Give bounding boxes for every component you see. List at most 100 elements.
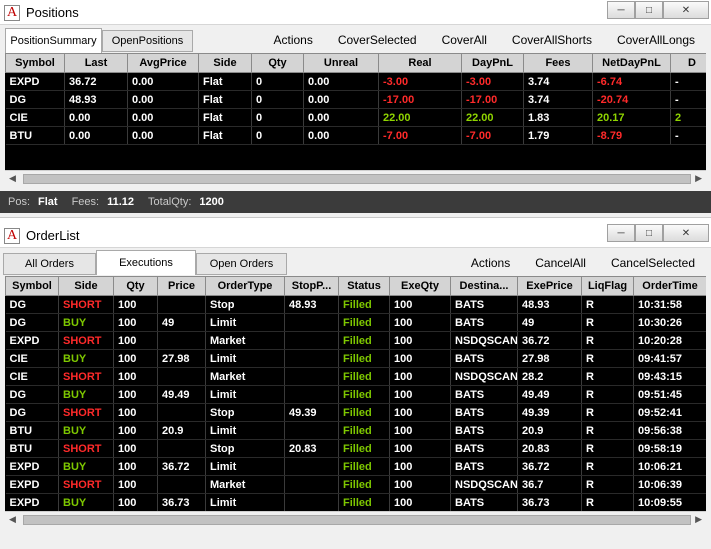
table-row[interactable]: EXPD SHORT 100 Market Filled 100 NSDQSCAN 36.72… — [5, 331, 706, 350]
table-row[interactable]: BTU BUY 100 20.9 Limit Filled 100 BATS 20.9 R 09:5… — [5, 421, 706, 440]
cell-side: SHORT — [58, 403, 114, 422]
scroll-right-icon[interactable]: ▶ — [695, 514, 702, 525]
cell-destina: NSDQSCAN — [450, 331, 518, 350]
cell-exeqty: 100 — [389, 295, 451, 314]
table-row[interactable]: CIE SHORT 100 Market Filled 100 NSDQSCAN 28.2 R 0… — [5, 367, 706, 386]
column-header-ordertype[interactable]: OrderType — [205, 276, 285, 296]
column-header-stopp[interactable]: StopP... — [284, 276, 339, 296]
cell-stopp — [284, 313, 339, 332]
column-header-unreal[interactable]: Unreal — [303, 53, 379, 73]
cell-exeqty: 100 — [389, 331, 451, 350]
close-icon[interactable]: ✕ — [663, 224, 709, 242]
column-header-price[interactable]: Price — [157, 276, 206, 296]
positions-hscrollbar[interactable]: ◀ ▶ — [5, 170, 706, 187]
maximize-icon[interactable]: □ — [635, 224, 663, 242]
scroll-right-icon[interactable]: ▶ — [695, 173, 702, 184]
orderlist-titlebar[interactable]: A OrderList ─ □ ✕ — [0, 223, 711, 248]
positions-grid[interactable]: Symbol Last AvgPrice Side Qty Unreal Real DayPn… — [5, 53, 706, 170]
table-row[interactable]: DG BUY 100 49 Limit Filled 100 BATS 49 R 10:30:26 — [5, 313, 706, 332]
cover-all-longs-button[interactable]: CoverAllLongs — [617, 33, 695, 47]
cell-side: BUY — [58, 349, 114, 368]
actions-menu[interactable]: Actions — [471, 256, 510, 270]
scroll-left-icon[interactable]: ◀ — [9, 514, 16, 525]
table-row[interactable]: DG BUY 100 49.49 Limit Filled 100 BATS 49.49 R 09:… — [5, 385, 706, 404]
orderlist-hscrollbar[interactable]: ◀ ▶ — [5, 511, 706, 528]
column-header-fees[interactable]: Fees — [523, 53, 593, 73]
cell-ordertype: Stop — [205, 295, 285, 314]
cell-stopp — [284, 421, 339, 440]
column-header-daypnl[interactable]: DayPnL — [461, 53, 524, 73]
close-icon[interactable]: ✕ — [663, 1, 709, 19]
maximize-icon[interactable]: □ — [635, 1, 663, 19]
table-row[interactable]: CIE 0.00 0.00 Flat 0 0.00 22.00 22.00 1.83 20.17 2 — [5, 108, 706, 127]
cover-selected-button[interactable]: CoverSelected — [338, 33, 417, 47]
positions-titlebar[interactable]: A Positions ─ □ ✕ — [0, 0, 711, 25]
scroll-thumb[interactable] — [23, 174, 691, 184]
table-row[interactable]: BTU 0.00 0.00 Flat 0 0.00 -7.00 -7.00 1.79 -8.79- — [5, 126, 706, 145]
column-header-avgprice[interactable]: AvgPrice — [127, 53, 199, 73]
tab-position-summary[interactable]: PositionSummary — [5, 28, 102, 53]
table-row[interactable]: DG SHORT 100 Stop 48.93 Filled 100 BATS 48.93 R 10… — [5, 295, 706, 314]
cell-qty: 100 — [113, 439, 158, 458]
table-row[interactable]: EXPD 36.72 0.00 Flat 0 0.00 -3.00 -3.00 3.74 -6.7… — [5, 72, 706, 91]
column-header-d[interactable]: D — [670, 53, 706, 73]
cell-liqflag: R — [581, 457, 634, 476]
minimize-icon[interactable]: ─ — [607, 1, 635, 19]
table-row[interactable]: CIE BUY 100 27.98 Limit Filled 100 BATS 27.98 R 09… — [5, 349, 706, 368]
cell-ordertime: 09:58:19 — [633, 439, 706, 458]
column-header-liqflag[interactable]: LiqFlag — [581, 276, 634, 296]
column-header-ordertime[interactable]: OrderTime — [633, 276, 706, 296]
tab-open-positions[interactable]: OpenPositions — [102, 30, 193, 52]
cell-exeqty: 100 — [389, 385, 451, 404]
table-row[interactable]: EXPD SHORT 100 Market Filled 100 NSDQSCAN 36.7 R… — [5, 475, 706, 494]
column-header-symbol[interactable]: Symbol — [5, 276, 59, 296]
cell-destina: BATS — [450, 403, 518, 422]
cell-side: Flat — [198, 72, 252, 91]
cell-destina: BATS — [450, 313, 518, 332]
column-header-status[interactable]: Status — [338, 276, 390, 296]
column-header-qty[interactable]: Qty — [113, 276, 158, 296]
actions-menu[interactable]: Actions — [273, 33, 312, 47]
cell-d: - — [670, 126, 706, 145]
column-header-qty[interactable]: Qty — [251, 53, 304, 73]
table-row[interactable]: DG 48.93 0.00 Flat 0 0.00 -17.00 -17.00 3.74 -20.… — [5, 90, 706, 109]
table-row[interactable]: BTU SHORT 100 Stop 20.83 Filled 100 BATS 20.83 R 0… — [5, 439, 706, 458]
cancel-all-button[interactable]: CancelAll — [535, 256, 586, 270]
cell-ordertime: 10:31:58 — [633, 295, 706, 314]
cover-all-button[interactable]: CoverAll — [442, 33, 487, 47]
column-header-last[interactable]: Last — [64, 53, 128, 73]
cover-all-shorts-button[interactable]: CoverAllShorts — [512, 33, 592, 47]
column-header-symbol[interactable]: Symbol — [5, 53, 65, 73]
scroll-left-icon[interactable]: ◀ — [9, 173, 16, 184]
tab-open-orders[interactable]: Open Orders — [196, 253, 287, 275]
column-header-exeqty[interactable]: ExeQty — [389, 276, 451, 296]
cell-qty: 100 — [113, 493, 158, 511]
scroll-thumb[interactable] — [23, 515, 691, 525]
column-header-real[interactable]: Real — [378, 53, 462, 73]
column-header-netdaypnl[interactable]: NetDayPnL — [592, 53, 671, 73]
cell-destina: BATS — [450, 385, 518, 404]
executions-grid[interactable]: Symbol Side Qty Price OrderType StopP... Statu… — [5, 276, 706, 511]
column-header-side[interactable]: Side — [198, 53, 252, 73]
cancel-selected-button[interactable]: CancelSelected — [611, 256, 695, 270]
cell-fees: 3.74 — [523, 90, 593, 109]
tab-executions[interactable]: Executions — [96, 250, 196, 275]
app-logo-icon: A — [4, 5, 20, 21]
column-header-side[interactable]: Side — [58, 276, 114, 296]
cell-exeqty: 100 — [389, 349, 451, 368]
column-header-destina[interactable]: Destina... — [450, 276, 518, 296]
table-row[interactable]: DG SHORT 100 Stop 49.39 Filled 100 BATS 49.39 R 09… — [5, 403, 706, 422]
cell-ordertype: Limit — [205, 421, 285, 440]
table-row[interactable]: EXPD BUY 100 36.72 Limit Filled 100 BATS 36.72 R 1… — [5, 457, 706, 476]
cell-avgprice: 0.00 — [127, 72, 199, 91]
minimize-icon[interactable]: ─ — [607, 224, 635, 242]
cell-ordertype: Market — [205, 331, 285, 350]
cell-ordertype: Limit — [205, 457, 285, 476]
column-header-exeprice[interactable]: ExePrice — [517, 276, 582, 296]
cell-status: Filled — [338, 385, 390, 404]
cell-qty: 0 — [251, 108, 304, 127]
cell-ordertime: 10:06:21 — [633, 457, 706, 476]
cell-exeprice: 36.72 — [517, 457, 582, 476]
table-row[interactable]: EXPD BUY 100 36.73 Limit Filled 100 BATS 36.73 R 1… — [5, 493, 706, 511]
tab-all-orders[interactable]: All Orders — [3, 253, 96, 275]
